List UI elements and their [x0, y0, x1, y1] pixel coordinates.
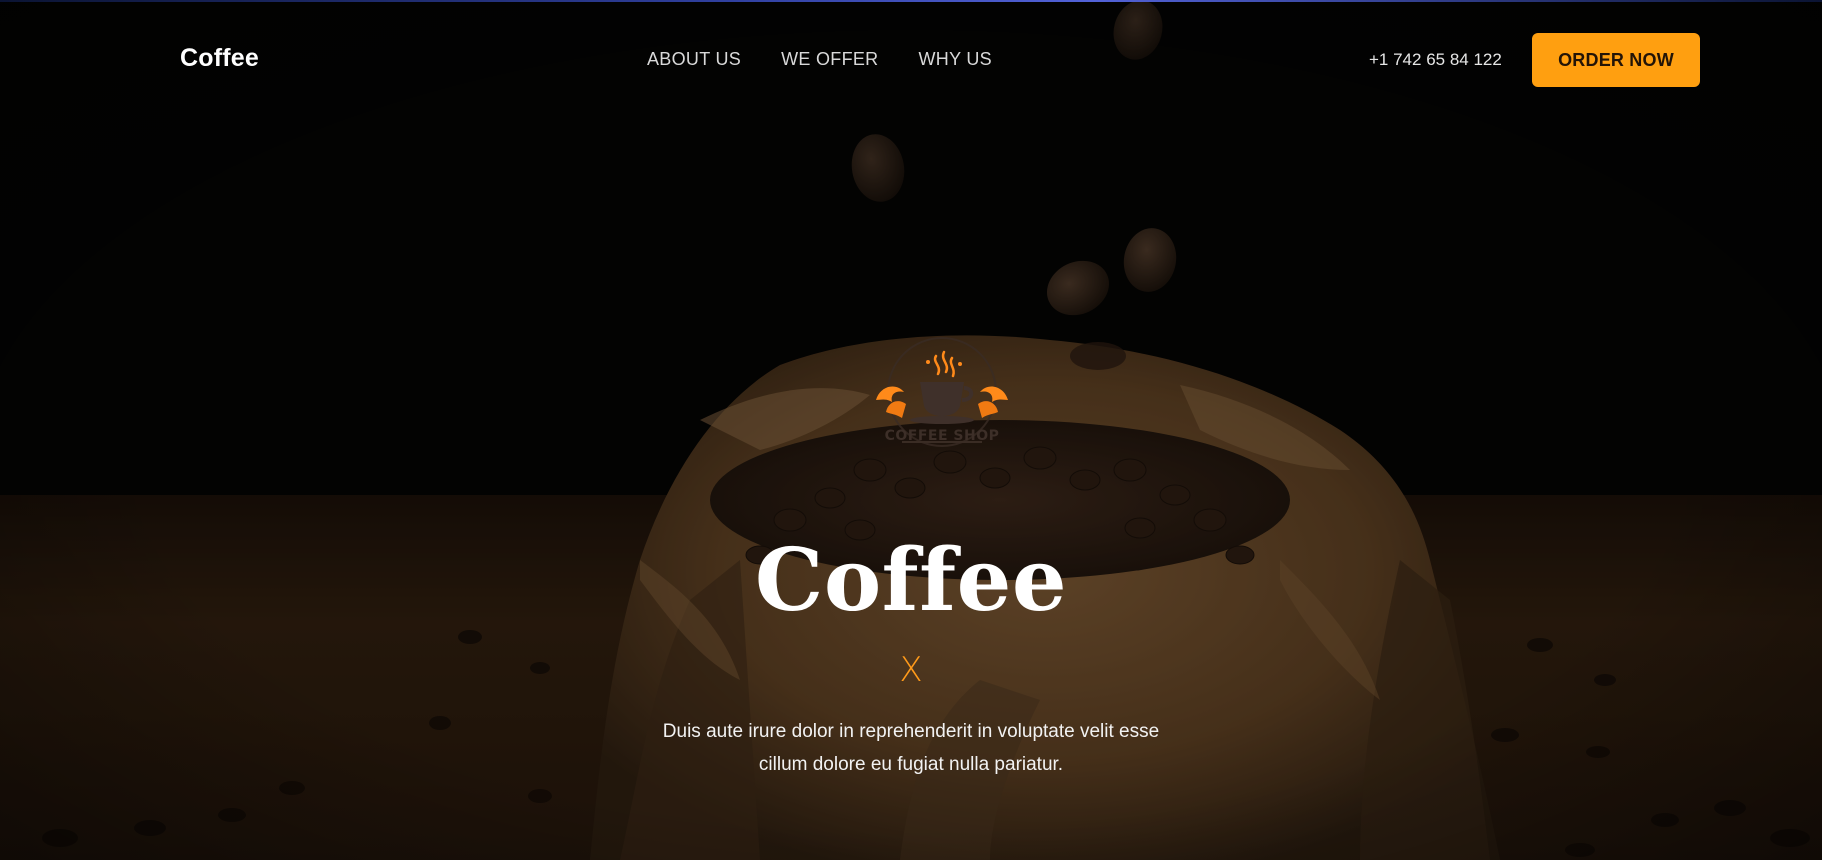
landing-page: Coffee ABOUT US WE OFFER WHY US +1 742 6…	[0, 0, 1822, 860]
coffee-shop-emblem: COFFEE SHOP	[862, 336, 1022, 456]
site-logo[interactable]: Coffee	[180, 44, 259, 73]
hero-title: Coffee	[754, 530, 1068, 631]
emblem-label: COFFEE SHOP	[884, 428, 1000, 444]
nav-link-why-us[interactable]: WHY US	[919, 49, 992, 70]
main-nav: ABOUT US WE OFFER WHY US	[647, 49, 992, 70]
order-now-button[interactable]: ORDER NOW	[1532, 33, 1700, 87]
hero-description-line-2: cillum dolore eu fugiat nulla pariatur.	[758, 754, 1064, 775]
site-header: Coffee ABOUT US WE OFFER WHY US +1 742 6…	[0, 0, 1822, 120]
hero-description: Duis aute irure dolor in reprehenderit i…	[0, 715, 1822, 781]
hero-description-line-1: Duis aute irure dolor in reprehenderit i…	[662, 721, 1160, 742]
top-accent-line	[0, 0, 1822, 2]
nav-link-about-us[interactable]: ABOUT US	[647, 49, 741, 70]
phone-number[interactable]: +1 742 65 84 122	[1369, 50, 1502, 70]
nav-link-we-offer[interactable]: WE OFFER	[781, 49, 878, 70]
hero-divider: X	[899, 650, 923, 690]
